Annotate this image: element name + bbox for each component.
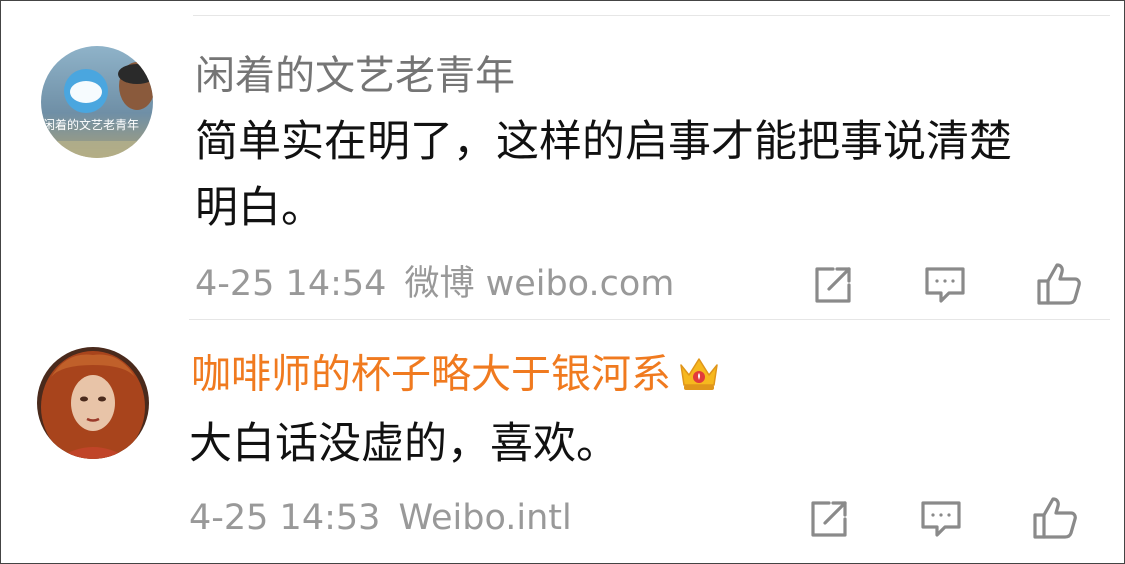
comment-text-line-1: 大白话没虚的，喜欢。 bbox=[189, 419, 619, 469]
avatar[interactable] bbox=[37, 347, 149, 459]
comment-text-line-1: 简单实在明了，这样的启事才能把事说清楚 bbox=[195, 117, 1012, 167]
comment-meta: 4-25 14:54 微博 weibo.com bbox=[195, 267, 674, 302]
avatar[interactable]: 闲着的文艺老青年 bbox=[41, 46, 153, 158]
thumbs-up-icon bbox=[1037, 263, 1081, 305]
share-icon bbox=[815, 267, 851, 303]
username-vip[interactable]: 咖啡师的杯子略大于银河系 bbox=[191, 353, 721, 400]
timestamp: 4-25 14:53 bbox=[189, 498, 381, 538]
username[interactable]: 咖啡师的杯子略大于银河系 bbox=[191, 352, 671, 398]
comment-button[interactable] bbox=[921, 261, 969, 309]
avatar-watermark-text: 闲着的文艺老青年 bbox=[43, 118, 140, 132]
share-icon bbox=[811, 501, 847, 537]
comment-text-line-2: 明白。 bbox=[195, 183, 324, 233]
like-button[interactable] bbox=[1031, 493, 1079, 541]
source-label: Weibo.intl bbox=[398, 498, 572, 538]
source-label: 微博 weibo.com bbox=[404, 264, 675, 304]
share-button[interactable] bbox=[805, 495, 853, 543]
comment-meta: 4-25 14:53 Weibo.intl bbox=[189, 501, 572, 536]
like-button[interactable] bbox=[1035, 259, 1083, 307]
timestamp: 4-25 14:54 bbox=[195, 264, 387, 304]
username[interactable]: 闲着的文艺老青年 bbox=[195, 56, 515, 96]
crown-icon bbox=[677, 353, 721, 400]
top-divider bbox=[193, 15, 1110, 16]
comment-button[interactable] bbox=[917, 495, 965, 543]
comment-divider bbox=[189, 319, 1110, 320]
comment-icon bbox=[925, 267, 965, 303]
comment-list: 闲着的文艺老青年 闲着的文艺老青年 简单实在明了，这样的启事才能把事说清楚 明白… bbox=[0, 0, 1125, 564]
comment-icon bbox=[921, 501, 961, 537]
thumbs-up-icon bbox=[1033, 497, 1077, 539]
share-button[interactable] bbox=[809, 261, 857, 309]
